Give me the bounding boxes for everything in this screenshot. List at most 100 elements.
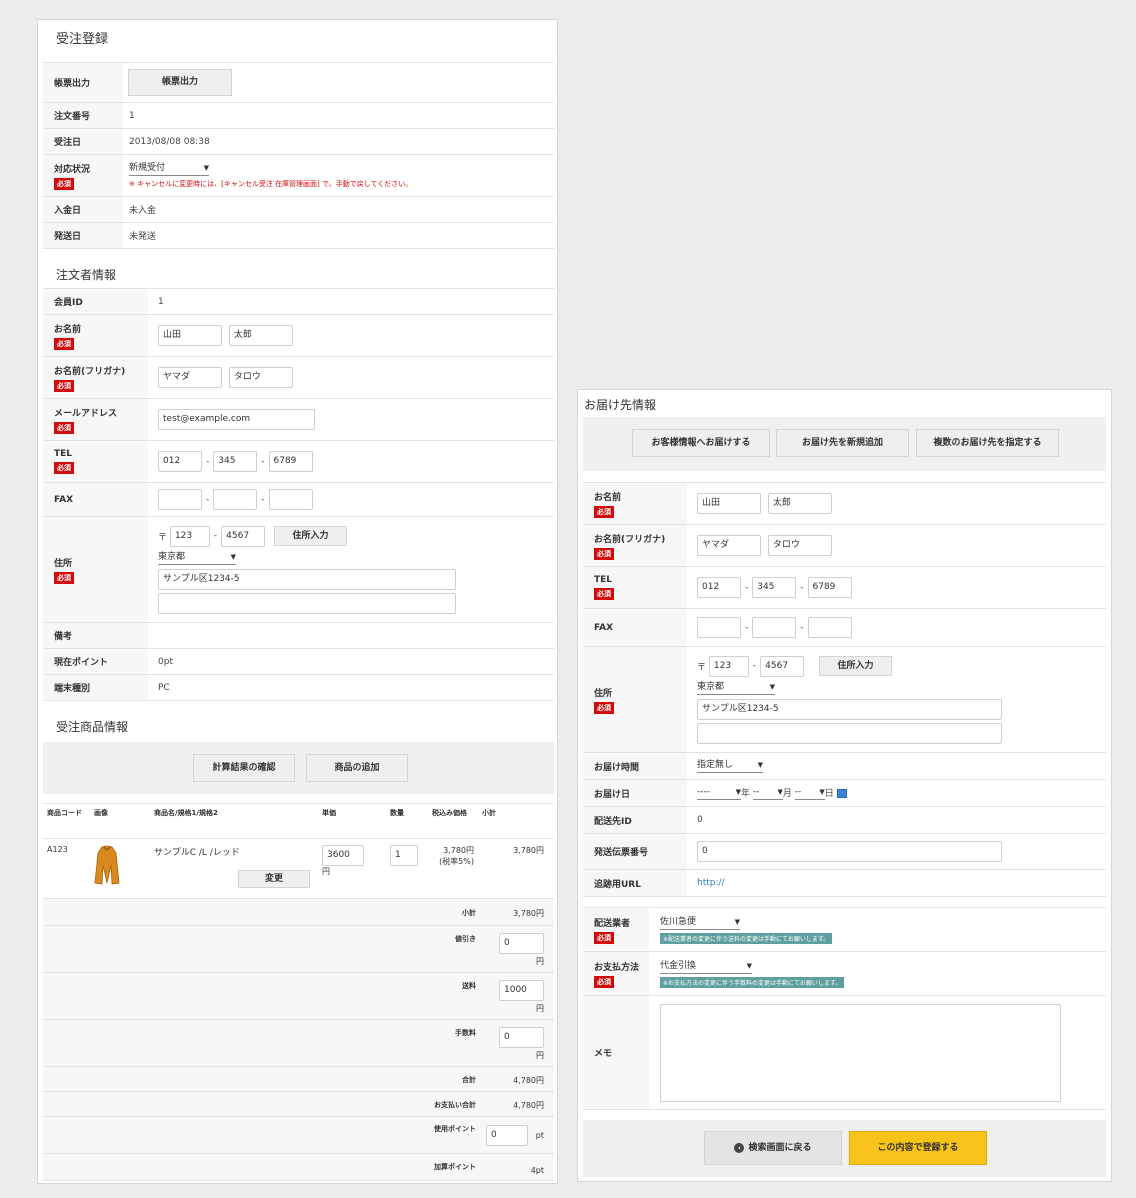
shipping-input[interactable]: 1000 — [499, 980, 544, 1001]
first-name-input[interactable]: 太郎 — [228, 325, 293, 346]
delivery-time-label: お届け時間 — [583, 752, 687, 780]
order-no-value: 1 — [123, 102, 554, 129]
back-button-label: 検索画面に戻る — [748, 1143, 812, 1153]
delivery-time-select[interactable]: 指定無し ▼ — [697, 759, 763, 773]
back-to-search-button[interactable]: ‹ 検索画面に戻る — [704, 1131, 842, 1165]
status-select[interactable]: 新規受付 ▼ — [129, 162, 209, 176]
required-badge: 必須 — [594, 931, 614, 944]
change-product-button[interactable]: 変更 — [238, 870, 310, 888]
col-header-code: 商品コード — [43, 803, 90, 839]
dlv-name-label: お名前 — [594, 492, 622, 503]
tel3-input[interactable]: 6789 — [268, 451, 313, 472]
summary-discount: 値引き 0 円 — [43, 925, 554, 972]
dlv-pref-select-value: 東京都 — [697, 681, 725, 692]
delivery-year-select[interactable]: ---- ▼ — [697, 786, 741, 801]
address1-input[interactable]: サンプル区1234-5 — [158, 568, 456, 590]
total-value: 4,780円 — [513, 1076, 544, 1085]
points-value: 0pt — [148, 648, 554, 675]
dlv-pref-select[interactable]: 東京都 ▼ — [697, 681, 775, 695]
dlv-tel3-input[interactable]: 6789 — [807, 577, 852, 598]
zip2-input[interactable]: 4567 — [221, 525, 266, 547]
chevron-down-icon: ▼ — [777, 788, 783, 797]
delivery-table: お名前 必須 山田 太郎 お名前(フリガナ) 必須 ヤマダ タロウ TEL 必須 01… — [583, 482, 1106, 897]
dlv-tel2-input[interactable]: 345 — [752, 577, 797, 598]
dlv-first-name-input[interactable]: 太郎 — [767, 493, 832, 514]
dlv-tel1-input[interactable]: 012 — [697, 577, 741, 598]
month-unit: 月 — [782, 788, 792, 799]
status-select-value: 新規受付 — [129, 163, 166, 173]
dlv-fax-label: FAX — [583, 608, 687, 647]
year-unit: 年 — [741, 788, 751, 799]
print-button[interactable]: 帳票出力 — [128, 69, 232, 96]
dlv-fax2-input[interactable] — [752, 617, 797, 638]
order-date-label: 受注日 — [43, 128, 123, 155]
remarks-label: 備考 — [43, 622, 148, 649]
status-note: ※ キャンセルに変更時には、[キャンセル受注 在庫管理画面] で、手動で戻してく… — [129, 180, 413, 188]
tel1-input[interactable]: 012 — [158, 451, 202, 472]
submit-button[interactable]: この内容で登録する — [849, 1131, 987, 1165]
dlv-zip2-input[interactable]: 4567 — [760, 655, 805, 677]
fax3-input[interactable] — [268, 489, 313, 510]
dlv-zip-lookup-button[interactable]: 住所入力 — [819, 656, 893, 676]
total-label: 合計 — [462, 1076, 476, 1084]
tracking-url-link[interactable]: http:// — [687, 869, 1106, 897]
tracking-url-label: 追跡用URL — [583, 869, 687, 897]
payment-date-label: 入金日 — [43, 196, 123, 223]
form-footer-bar: ‹ 検索画面に戻る この内容で登録する — [583, 1120, 1106, 1177]
delivery-time-value: 指定無し — [697, 760, 734, 770]
dlv-address1-input[interactable]: サンプル区1234-5 — [697, 698, 1002, 720]
day-unit: 日 — [824, 788, 834, 799]
address2-input[interactable] — [158, 592, 456, 614]
dlv-address2-input[interactable] — [697, 722, 1002, 744]
payment-total-value: 4,780円 — [513, 1101, 544, 1110]
fax2-input[interactable] — [213, 489, 258, 510]
required-badge: 必須 — [594, 701, 614, 714]
discount-input[interactable]: 0 — [499, 933, 544, 954]
tracking-input[interactable]: 0 — [697, 841, 1002, 862]
dlv-fax3-input[interactable] — [807, 617, 852, 638]
use-points-input[interactable]: 0 — [486, 1125, 528, 1146]
carrier-label: 配送業者 — [594, 918, 631, 929]
chevron-down-icon: ▼ — [746, 961, 752, 970]
memo-textarea[interactable] — [660, 1003, 1061, 1102]
chevron-down-icon: ▼ — [734, 917, 740, 926]
address-label: 住所 — [54, 558, 73, 569]
quantity-input[interactable]: 1 — [390, 845, 418, 866]
fee-input[interactable]: 0 — [499, 1027, 544, 1048]
chevron-down-icon: ▼ — [230, 552, 236, 561]
unit-price-input[interactable]: 3600 — [322, 845, 364, 866]
dlv-fax1-input[interactable] — [697, 617, 741, 638]
first-kana-input[interactable]: タロウ — [228, 367, 293, 388]
carrier-select[interactable]: 佐川急便 ▼ — [660, 916, 740, 930]
last-name-input[interactable]: 山田 — [158, 325, 222, 346]
fax1-input[interactable] — [158, 489, 202, 510]
pref-select-value: 東京都 — [158, 551, 186, 562]
add-product-button[interactable]: 商品の追加 — [306, 754, 408, 782]
order-date-value: 2013/08/08 08:38 — [123, 128, 554, 155]
zip-lookup-button[interactable]: 住所入力 — [274, 526, 348, 546]
required-badge: 必須 — [54, 421, 74, 434]
tel2-input[interactable]: 345 — [213, 451, 258, 472]
dlv-last-name-input[interactable]: 山田 — [697, 493, 761, 514]
calc-check-button[interactable]: 計算結果の確認 — [193, 754, 295, 782]
payment-method-select[interactable]: 代金引換 ▼ — [660, 960, 752, 974]
dlv-zip1-input[interactable]: 123 — [708, 655, 749, 677]
payment-date-value: 未入金 — [123, 196, 554, 223]
calendar-icon[interactable] — [836, 788, 847, 798]
delivery-month-select[interactable]: -- ▼ — [752, 786, 783, 801]
col-header-qty: 数量 — [386, 803, 428, 839]
dlv-address-label: 住所 — [594, 688, 613, 699]
pref-select[interactable]: 東京都 ▼ — [158, 551, 236, 565]
dlv-first-kana-input[interactable]: タロウ — [767, 535, 832, 556]
dlv-last-kana-input[interactable]: ヤマダ — [697, 535, 761, 556]
delivery-day-select[interactable]: -- ▼ — [794, 786, 825, 801]
last-kana-input[interactable]: ヤマダ — [158, 367, 222, 388]
email-input[interactable]: test@example.com — [158, 409, 315, 430]
copy-customer-button[interactable]: お客様情報へお届けする — [632, 429, 770, 457]
zip1-input[interactable]: 123 — [169, 525, 210, 547]
ship-date-value: 未発送 — [123, 222, 554, 249]
product-name: サンプルC /L /レッド — [154, 848, 240, 858]
multi-destination-button[interactable]: 複数のお届け先を指定する — [916, 429, 1059, 457]
add-points-value: 4pt — [530, 1166, 544, 1175]
add-destination-button[interactable]: お届け先を新規追加 — [776, 429, 909, 457]
